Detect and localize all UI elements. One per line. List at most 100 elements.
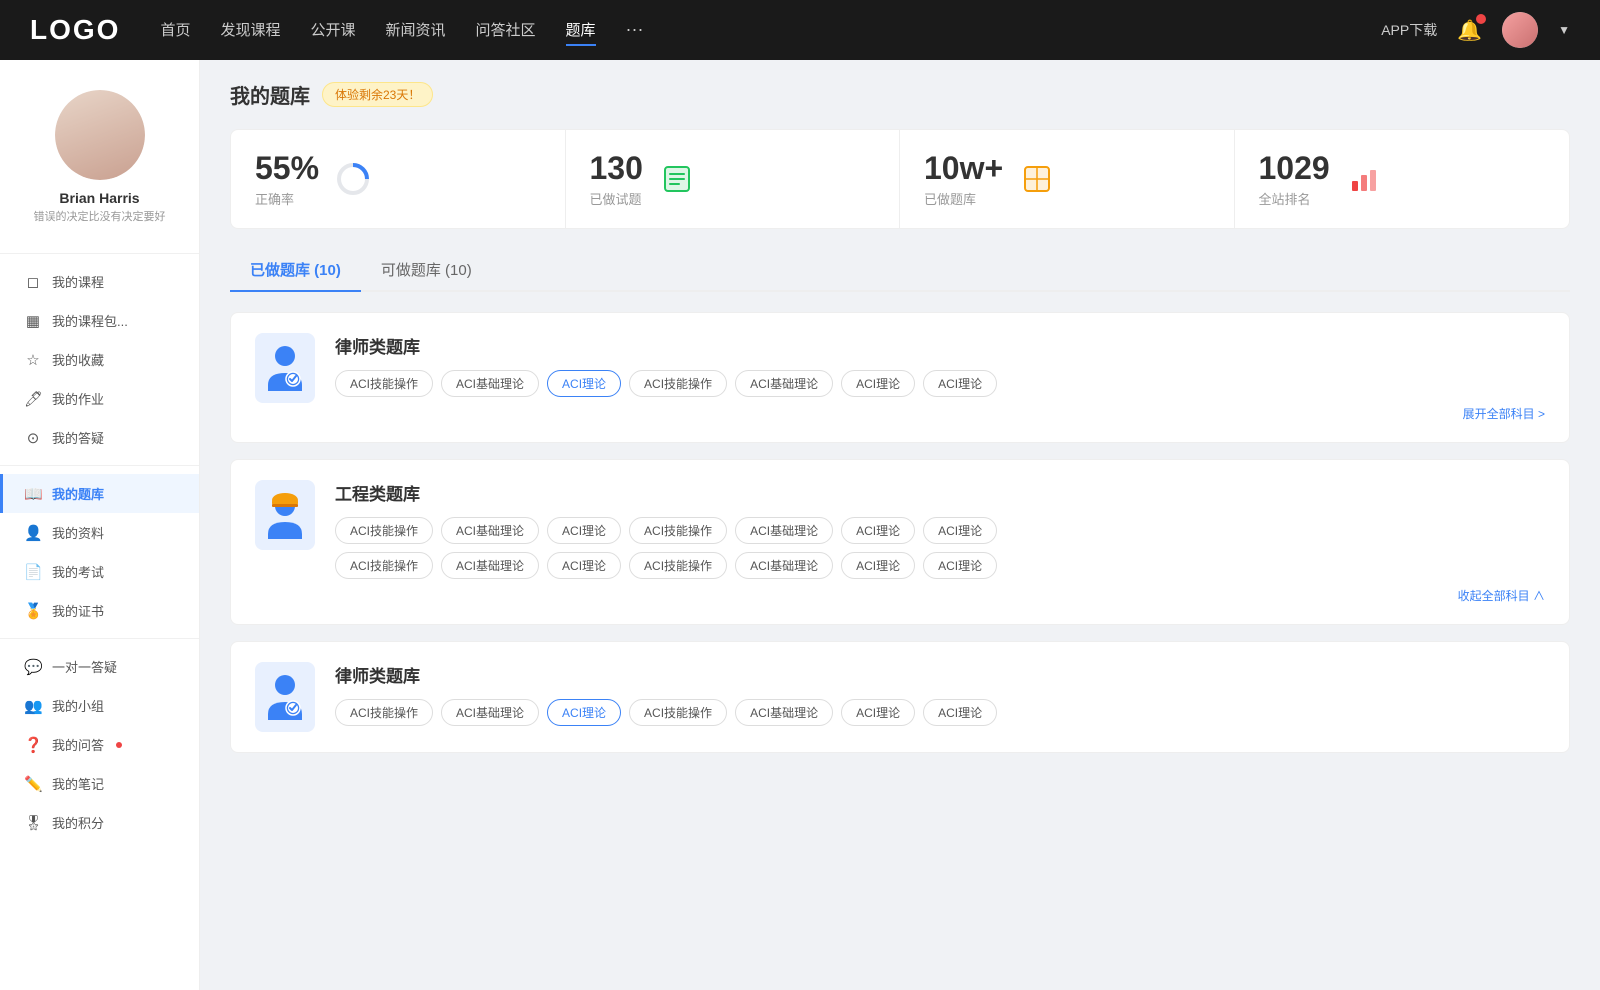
- bank-content-lawyer: 律师类题库 ACI技能操作 ACI基础理论 ACI理论 ACI技能操作 ACI基…: [335, 333, 1545, 422]
- bank-tag[interactable]: ACI技能操作: [629, 552, 727, 579]
- bank-name-lawyer-2: 律师类题库: [335, 662, 1545, 687]
- bank-tag[interactable]: ACI基础理论: [735, 699, 833, 726]
- sidebar-item-my-courses[interactable]: ◻ 我的课程: [0, 262, 199, 301]
- header: LOGO 首页 发现课程 公开课 新闻资讯 问答社区 题库 ··· APP下载 …: [0, 0, 1600, 60]
- bank-tag[interactable]: ACI基础理论: [735, 552, 833, 579]
- list-icon: [659, 161, 695, 197]
- sidebar-item-group[interactable]: 👥 我的小组: [0, 686, 199, 725]
- question-icon: ❓: [24, 736, 42, 754]
- sidebar-item-label: 我的小组: [52, 696, 104, 715]
- bank-tag[interactable]: ACI基础理论: [735, 517, 833, 544]
- chevron-down-icon[interactable]: ▼: [1558, 23, 1570, 37]
- bank-card-icon-lawyer-2: [255, 662, 315, 732]
- bank-tag[interactable]: ACI理论: [841, 517, 915, 544]
- nav-home[interactable]: 首页: [160, 15, 190, 46]
- sidebar-item-question-bank[interactable]: 📖 我的题库: [0, 474, 199, 513]
- bank-tag[interactable]: ACI基础理论: [441, 552, 539, 579]
- nav-qa[interactable]: 问答社区: [476, 15, 536, 46]
- bank-tags-lawyer: ACI技能操作 ACI基础理论 ACI理论 ACI技能操作 ACI基础理论 AC…: [335, 370, 1545, 397]
- tab-available-banks[interactable]: 可做题库 (10): [361, 249, 492, 292]
- page-title: 我的题库: [230, 80, 310, 109]
- layout: Brian Harris 错误的决定比没有决定要好 ◻ 我的课程 ▦ 我的课程包…: [0, 60, 1600, 990]
- sidebar-item-label: 我的问答: [52, 735, 104, 754]
- sidebar-item-label: 一对一答疑: [52, 657, 117, 676]
- nav-discover[interactable]: 发现课程: [220, 15, 280, 46]
- bar-chart-icon: ▦: [24, 312, 42, 330]
- sidebar-item-my-qa[interactable]: ❓ 我的问答: [0, 725, 199, 764]
- sidebar-item-label: 我的资料: [52, 523, 104, 542]
- bank-card-lawyer: 律师类题库 ACI技能操作 ACI基础理论 ACI理论 ACI技能操作 ACI基…: [230, 312, 1570, 443]
- document-icon: ◻: [24, 273, 42, 291]
- sidebar-item-label: 我的考试: [52, 562, 104, 581]
- bank-tag[interactable]: ACI基础理论: [441, 699, 539, 726]
- bank-tag[interactable]: ACI技能操作: [629, 699, 727, 726]
- bank-card-lawyer-2: 律师类题库 ACI技能操作 ACI基础理论 ACI理论 ACI技能操作 ACI基…: [230, 641, 1570, 753]
- stat-value-rank: 1029 全站排名: [1259, 150, 1330, 208]
- sidebar-item-label: 我的笔记: [52, 774, 104, 793]
- bank-tag[interactable]: ACI理论: [923, 552, 997, 579]
- notification-badge: [1476, 14, 1486, 24]
- bank-tag[interactable]: ACI理论: [547, 552, 621, 579]
- bank-tag[interactable]: ACI理论: [841, 699, 915, 726]
- bank-tag[interactable]: ACI理论: [841, 370, 915, 397]
- sidebar-item-one-on-one[interactable]: 💬 一对一答疑: [0, 647, 199, 686]
- person-with-badge-icon-2: [263, 672, 307, 722]
- bank-name-engineering: 工程类题库: [335, 480, 1545, 505]
- bank-tag[interactable]: ACI技能操作: [335, 552, 433, 579]
- bank-tags-lawyer-2: ACI技能操作 ACI基础理论 ACI理论 ACI技能操作 ACI基础理论 AC…: [335, 699, 1545, 726]
- bank-card-engineering: 工程类题库 ACI技能操作 ACI基础理论 ACI理论 ACI技能操作 ACI基…: [230, 459, 1570, 625]
- user-icon: 👤: [24, 524, 42, 542]
- main-nav: 首页 发现课程 公开课 新闻资讯 问答社区 题库 ···: [160, 15, 1341, 46]
- sidebar-item-favorites[interactable]: ☆ 我的收藏: [0, 340, 199, 379]
- bank-tag[interactable]: ACI技能操作: [629, 370, 727, 397]
- grid-icon: [1019, 161, 1055, 197]
- stat-banks-done: 10w+ 已做题库: [900, 130, 1235, 228]
- bank-tag[interactable]: ACI基础理论: [735, 370, 833, 397]
- sidebar-item-course-package[interactable]: ▦ 我的课程包...: [0, 301, 199, 340]
- bank-tag[interactable]: ACI理论: [923, 699, 997, 726]
- bank-tag[interactable]: ACI理论: [923, 517, 997, 544]
- nav-question-bank[interactable]: 题库: [566, 15, 596, 46]
- bank-tag[interactable]: ACI技能操作: [335, 370, 433, 397]
- sidebar-divider-2: [0, 465, 199, 466]
- sidebar-item-label: 我的作业: [52, 389, 104, 408]
- sidebar-profile: Brian Harris 错误的决定比没有决定要好: [0, 80, 199, 245]
- bank-tag[interactable]: ACI技能操作: [629, 517, 727, 544]
- tab-done-banks[interactable]: 已做题库 (10): [230, 249, 361, 292]
- bank-tag[interactable]: ACI技能操作: [335, 699, 433, 726]
- sidebar-item-points[interactable]: 🎖 我的积分: [0, 803, 199, 842]
- sidebar-item-qa[interactable]: ⊙ 我的答疑: [0, 418, 199, 457]
- avatar[interactable]: [1502, 12, 1538, 48]
- expand-link-lawyer[interactable]: 展开全部科目 >: [335, 405, 1545, 422]
- bank-tag[interactable]: ACI基础理论: [441, 370, 539, 397]
- stat-value-questions: 130 已做试题: [590, 150, 643, 208]
- notification-bell[interactable]: 🔔: [1457, 18, 1482, 43]
- book-icon: 📖: [24, 485, 42, 503]
- sidebar-item-certificate[interactable]: 🏅 我的证书: [0, 591, 199, 630]
- bank-tag[interactable]: ACI基础理论: [441, 517, 539, 544]
- bank-tag-active[interactable]: ACI理论: [547, 699, 621, 726]
- nav-news[interactable]: 新闻资讯: [386, 15, 446, 46]
- bank-tag[interactable]: ACI理论: [841, 552, 915, 579]
- sidebar-item-profile[interactable]: 👤 我的资料: [0, 513, 199, 552]
- pie-chart-icon: [335, 161, 371, 197]
- app-download-button[interactable]: APP下载: [1381, 20, 1437, 40]
- nav-open-course[interactable]: 公开课: [310, 15, 355, 46]
- main-content: 我的题库 体验剩余23天！ 55% 正确率: [200, 60, 1600, 990]
- sidebar-item-label: 我的答疑: [52, 428, 104, 447]
- nav-more[interactable]: ···: [626, 15, 644, 46]
- sidebar-item-homework[interactable]: 🖊 我的作业: [0, 379, 199, 418]
- sidebar-item-exam[interactable]: 📄 我的考试: [0, 552, 199, 591]
- note-icon: ✏️: [24, 775, 42, 793]
- sidebar-item-notes[interactable]: ✏️ 我的笔记: [0, 764, 199, 803]
- bank-tag-active[interactable]: ACI理论: [547, 370, 621, 397]
- stat-value-banks: 10w+ 已做题库: [924, 150, 1003, 208]
- bank-tag[interactable]: ACI理论: [547, 517, 621, 544]
- bank-tag[interactable]: ACI技能操作: [335, 517, 433, 544]
- collapse-link-engineering[interactable]: 收起全部科目 ∧: [335, 587, 1545, 604]
- profile-avatar: [55, 90, 145, 180]
- bank-card-icon-engineering: [255, 480, 315, 550]
- page-header: 我的题库 体验剩余23天！: [230, 80, 1570, 109]
- bank-content-lawyer-2: 律师类题库 ACI技能操作 ACI基础理论 ACI理论 ACI技能操作 ACI基…: [335, 662, 1545, 726]
- bank-tag[interactable]: ACI理论: [923, 370, 997, 397]
